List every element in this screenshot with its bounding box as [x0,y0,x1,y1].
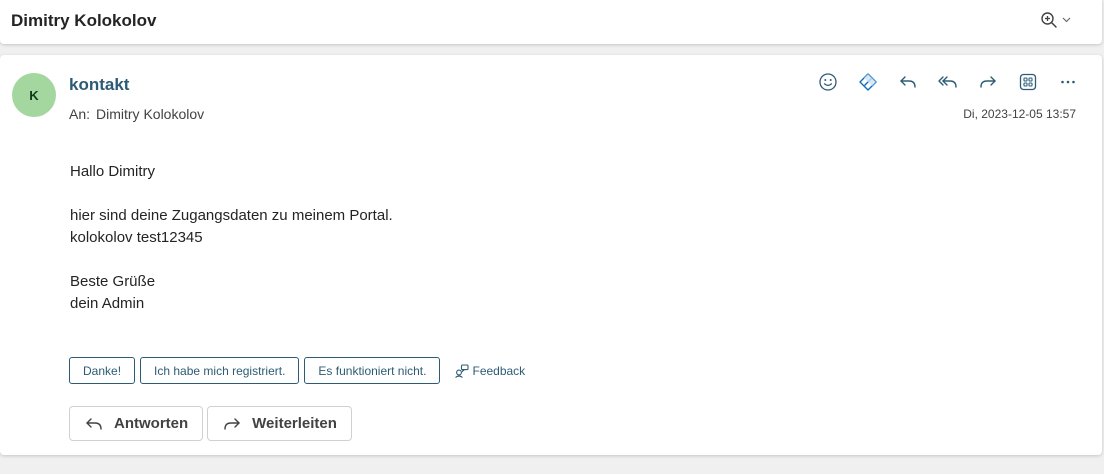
to-label: An: [69,106,91,122]
tag-icon [859,73,877,91]
reply-icon [86,417,102,430]
body-line: Beste Grüße [70,273,156,290]
suggested-reply-chip[interactable]: Ich habe mich registriert. [140,357,300,384]
suggested-reply-chip[interactable]: Es funktioniert nicht. [304,357,441,384]
chevron-down-icon [1062,17,1071,23]
forward-icon [224,417,240,430]
more-icon [1061,80,1075,84]
forward-button-label: Weiterleiten [252,415,337,432]
apps-icon [1019,73,1037,91]
avatar-initial: K [29,87,39,103]
forward-icon [980,76,996,88]
zoom-button[interactable] [1040,8,1080,32]
feedback-icon [455,363,470,378]
reply-all-icon [938,76,957,88]
reply-all-action[interactable] [928,69,968,95]
more-actions-button[interactable] [1048,69,1088,95]
body-blank-line [70,249,393,271]
recipient-line: An: Dimitry Kolokolov [69,106,204,122]
avatar[interactable]: K [12,73,56,117]
reply-button[interactable]: Antworten [69,406,204,441]
feedback-link[interactable]: Feedback [454,364,525,378]
reaction-button[interactable] [808,69,848,95]
subject-header: Dimitry Kolokolov [0,0,1102,44]
apps-button[interactable] [1008,69,1048,95]
categorize-button[interactable] [848,69,888,95]
zoom-in-icon [1041,12,1057,28]
body-blank-line [70,183,393,205]
message-body: Hallo Dimitry hier sind deine Zugangsdat… [70,161,393,315]
body-line: hier sind deine Zugangsdaten zu meinem P… [70,207,393,224]
body-line: dein Admin [70,295,145,312]
body-line: Hallo Dimitry [70,163,156,180]
suggested-reply-chip[interactable]: Danke! [69,357,136,384]
recipient-name[interactable]: Dimitry Kolokolov [96,106,204,122]
message-date: Di, 2023-12-05 13:57 [963,107,1076,121]
message-actions [808,69,1088,95]
message-card: K kontakt An: Dimitry Kolokolov Di, 2023… [0,55,1102,455]
forward-button[interactable]: Weiterleiten [207,406,352,441]
sender-name[interactable]: kontakt [69,75,129,95]
reply-action[interactable] [888,69,928,95]
smile-icon [819,73,837,91]
feedback-label: Feedback [472,363,526,378]
reply-row: Antworten Weiterleiten [69,406,356,441]
suggested-replies: Danke! Ich habe mich registriert. Es fun… [69,357,525,384]
body-line: kolokolov test12345 [70,229,203,246]
subject-title: Dimitry Kolokolov [11,11,157,30]
forward-action[interactable] [968,69,1008,95]
reply-icon [900,76,916,88]
reply-button-label: Antworten [114,415,189,432]
